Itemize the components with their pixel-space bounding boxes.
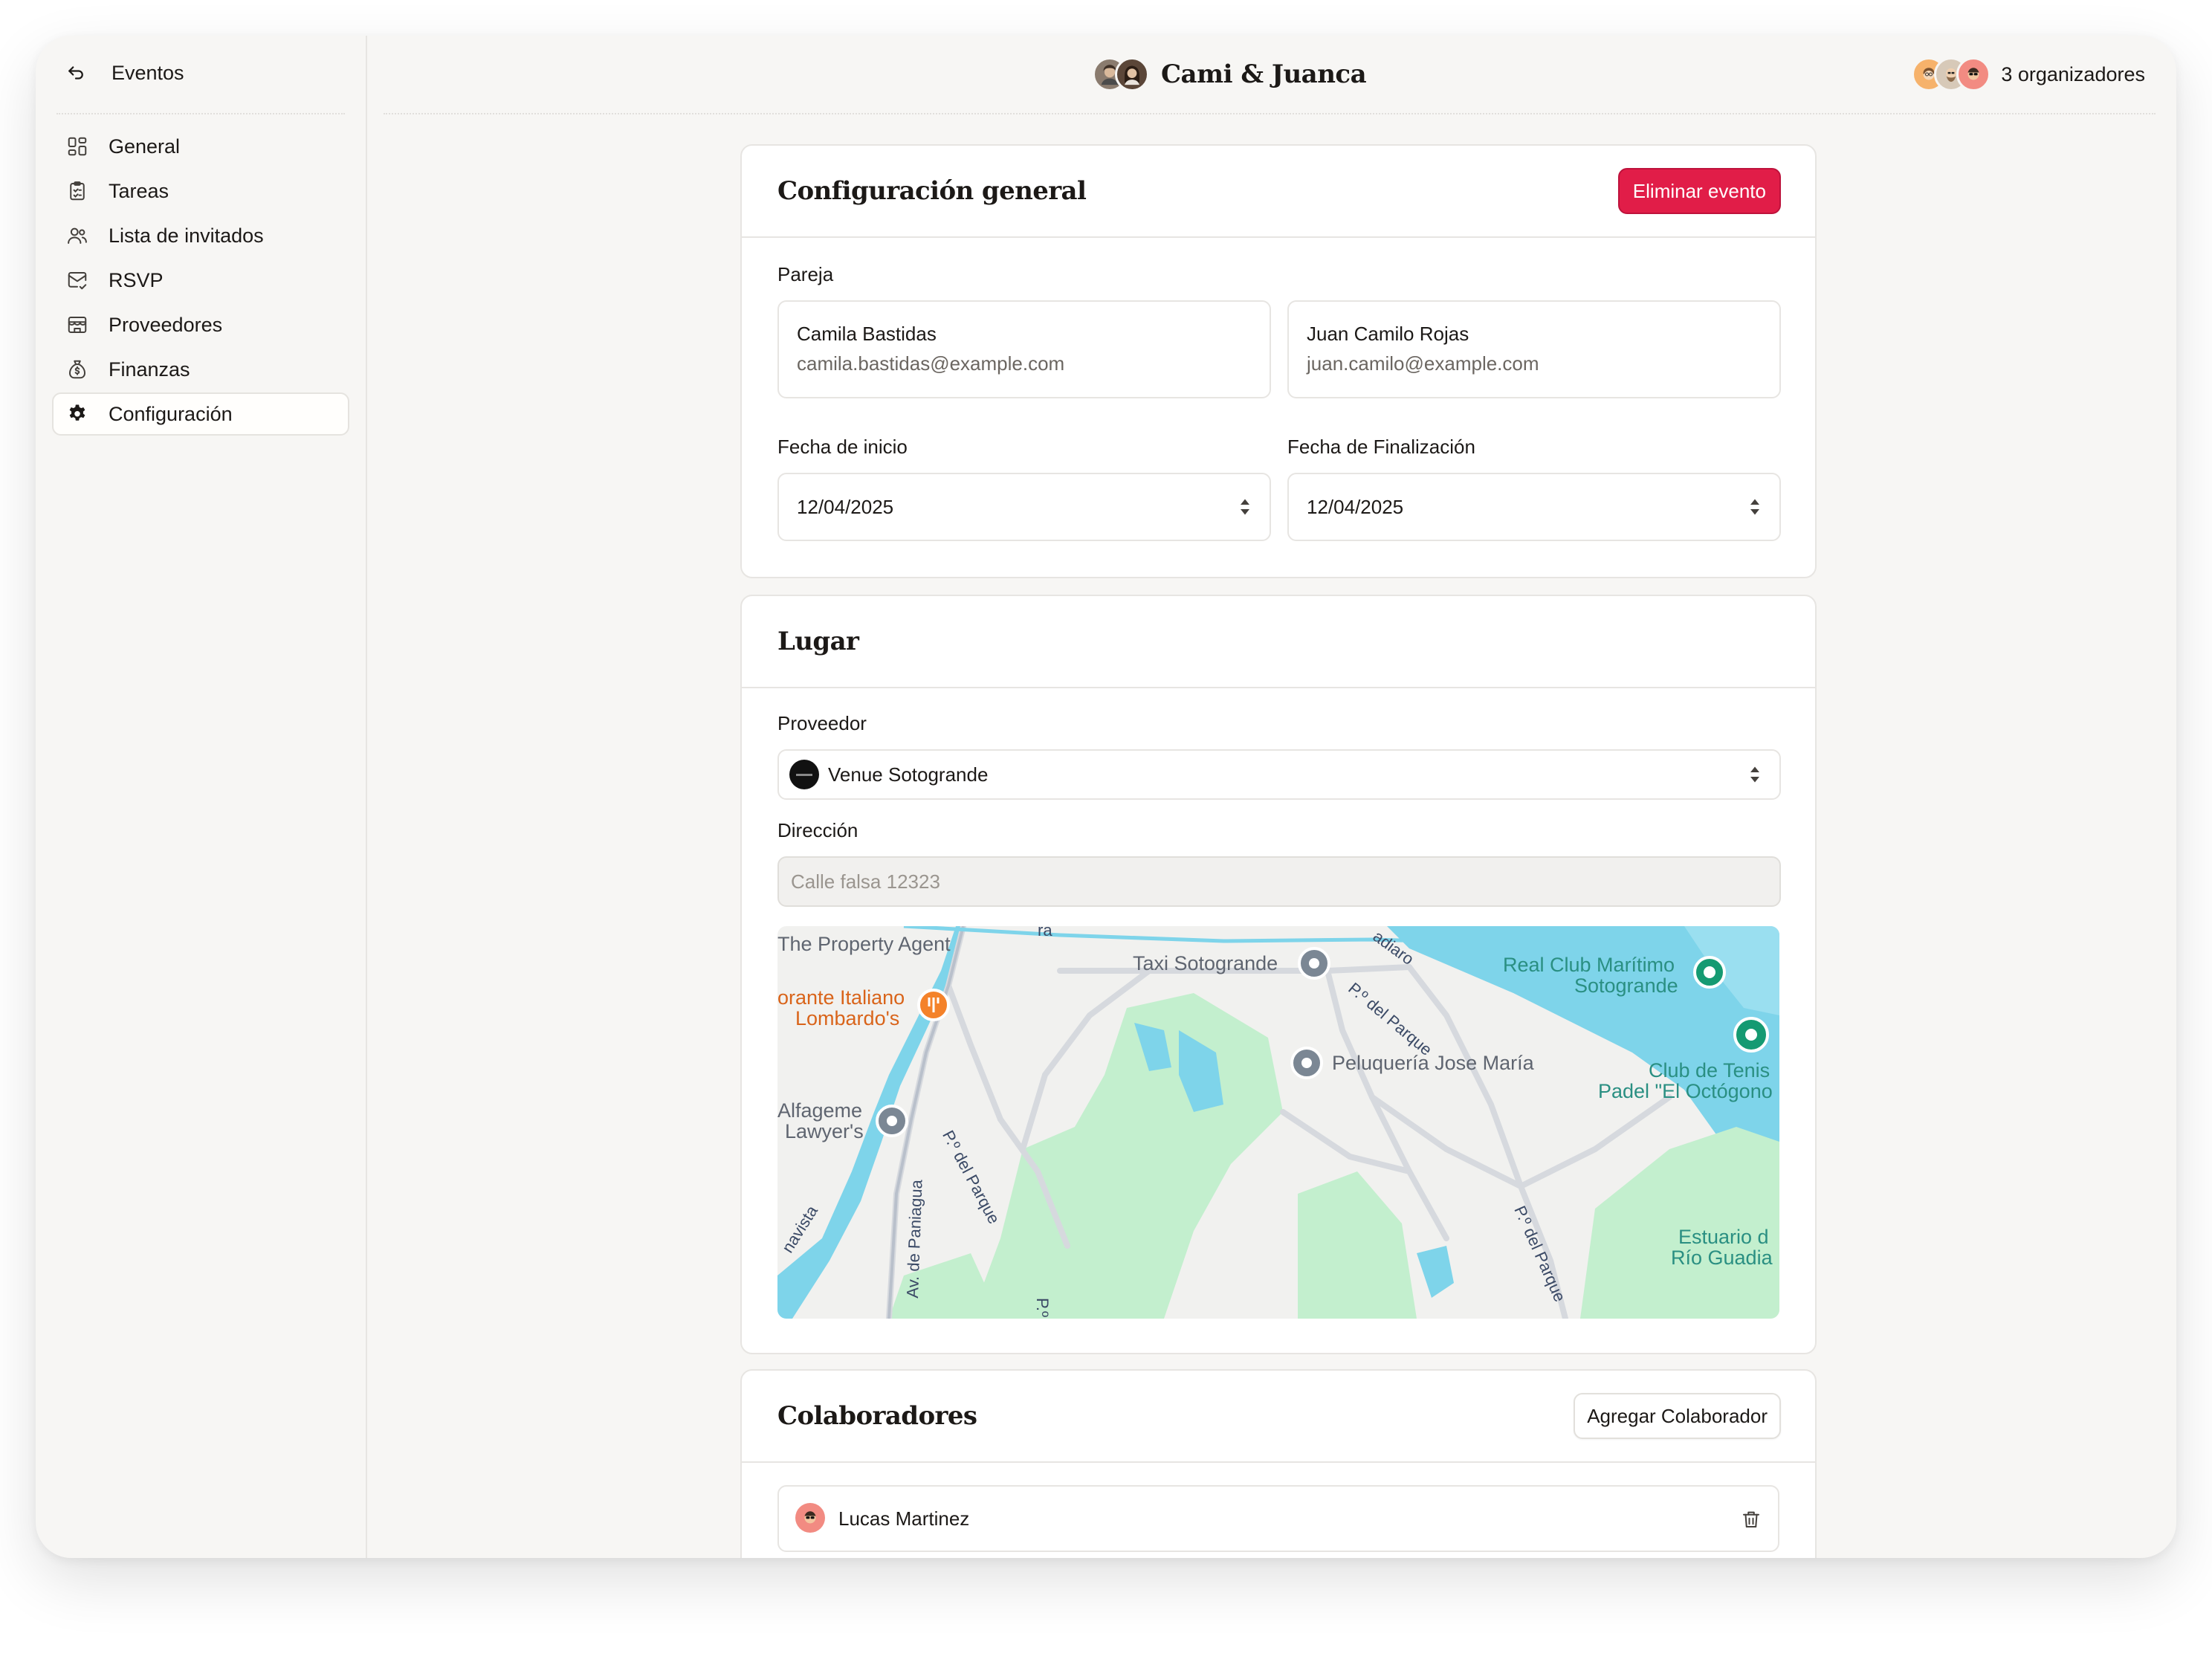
couple-avatars bbox=[1093, 57, 1149, 91]
card-header: Configuración general Eliminar evento bbox=[742, 146, 1815, 238]
map-label: Taxi Sotogrande bbox=[1133, 952, 1278, 974]
money-bag-icon bbox=[65, 358, 89, 381]
map-label: Sotogrande bbox=[1574, 974, 1678, 997]
sidebar-item-lista-de-invitados[interactable]: Lista de invitados bbox=[52, 214, 349, 257]
end-date-input[interactable]: 12/04/2025 bbox=[1287, 473, 1781, 541]
restaurant-pin-icon bbox=[917, 989, 950, 1021]
users-icon bbox=[65, 224, 89, 248]
sports-pin-icon bbox=[1733, 1017, 1769, 1053]
collaborators-card: Colaboradores Agregar Colaborador Lucas … bbox=[740, 1369, 1817, 1558]
address-input[interactable]: Calle falsa 12323 bbox=[777, 856, 1781, 907]
start-date-value: 12/04/2025 bbox=[797, 495, 894, 518]
organizers-button[interactable]: 3 organizadores bbox=[1912, 56, 2145, 92]
app-window: Eventos General Tareas Lista de invitado… bbox=[36, 36, 2176, 1558]
map-label: Lawyer's bbox=[785, 1120, 864, 1142]
card-header: Lugar bbox=[742, 596, 1815, 688]
header-divider bbox=[384, 113, 2156, 114]
provider-label: Proveedor bbox=[777, 712, 867, 734]
partner-card[interactable]: Camila Bastidas camila.bastidas@example.… bbox=[777, 300, 1271, 398]
venue-map[interactable]: The Property Agent orante Italiano Lomba… bbox=[777, 926, 1779, 1319]
couple-label: Pareja bbox=[777, 263, 834, 285]
address-placeholder: Calle falsa 12323 bbox=[791, 870, 940, 893]
end-date-value: 12/04/2025 bbox=[1307, 495, 1404, 518]
sidebar-item-proveedores[interactable]: Proveedores bbox=[52, 303, 349, 346]
list-item[interactable]: Lucas Martinez bbox=[777, 1485, 1779, 1552]
updown-chevron-icon bbox=[1750, 766, 1759, 783]
mail-check-icon bbox=[65, 268, 89, 292]
partner-email: camila.bastidas@example.com bbox=[797, 352, 1065, 375]
map-label: The Property Agent bbox=[777, 933, 951, 955]
map-label: Lombardo's bbox=[795, 1007, 900, 1029]
sidebar-item-tareas[interactable]: Tareas bbox=[52, 169, 349, 213]
sidebar-item-finanzas[interactable]: Finanzas bbox=[52, 348, 349, 391]
map-pin-icon bbox=[1290, 1047, 1323, 1079]
start-date-input[interactable]: 12/04/2025 bbox=[777, 473, 1271, 541]
store-icon bbox=[65, 313, 89, 337]
partner-card[interactable]: Juan Camilo Rojas juan.camilo@example.co… bbox=[1287, 300, 1781, 398]
gear-icon bbox=[65, 402, 89, 426]
sidebar-divider bbox=[56, 113, 345, 114]
clipboard-icon bbox=[65, 179, 89, 203]
grid-icon bbox=[65, 135, 89, 158]
partner-email: juan.camilo@example.com bbox=[1307, 352, 1539, 375]
map-pin-icon bbox=[1298, 947, 1330, 980]
start-date-label: Fecha de inicio bbox=[777, 436, 908, 458]
road-label: P.º bbox=[1033, 1298, 1052, 1317]
return-arrow-icon bbox=[64, 61, 88, 85]
road-label: Av. de Paniagua bbox=[902, 1179, 926, 1299]
sidebar-item-label: Proveedores bbox=[109, 313, 223, 336]
partner-name: Camila Bastidas bbox=[797, 323, 937, 345]
sidebar-item-label: Lista de invitados bbox=[109, 224, 264, 247]
sidebar-item-rsvp[interactable]: RSVP bbox=[52, 259, 349, 302]
organizers-label: 3 organizadores bbox=[2001, 62, 2145, 85]
organizer-avatars bbox=[1912, 57, 1991, 91]
event-switcher[interactable]: Cami & Juanca bbox=[1093, 56, 1367, 92]
map-label: Club de Tenis bbox=[1649, 1059, 1770, 1082]
venue-card: Lugar Proveedor Venue Sotogrande Direcci… bbox=[740, 595, 1817, 1354]
provider-select[interactable]: Venue Sotogrande bbox=[777, 749, 1781, 800]
general-settings-card: Configuración general Eliminar evento Pa… bbox=[740, 144, 1817, 578]
trash-icon[interactable] bbox=[1739, 1507, 1763, 1531]
end-date-label: Fecha de Finalización bbox=[1287, 436, 1475, 458]
updown-chevron-icon[interactable] bbox=[1238, 496, 1252, 518]
back-to-events-link[interactable]: Eventos bbox=[64, 56, 184, 89]
updown-chevron-icon[interactable] bbox=[1748, 496, 1762, 518]
sidebar-item-label: Finanzas bbox=[109, 358, 190, 381]
map-label: Estuario d bbox=[1678, 1226, 1769, 1248]
card-title: Configuración general bbox=[777, 176, 1087, 206]
sidebar-item-label: General bbox=[109, 135, 181, 158]
avatar bbox=[1956, 57, 1991, 91]
sidebar-item-label: RSVP bbox=[109, 268, 164, 291]
map-label: Peluquería Jose María bbox=[1332, 1052, 1534, 1074]
partner-name: Juan Camilo Rojas bbox=[1307, 323, 1469, 345]
sidebar-item-label: Tareas bbox=[109, 179, 169, 202]
avatar bbox=[795, 1503, 825, 1533]
marina-pin-icon bbox=[1693, 956, 1726, 989]
road-label: ra bbox=[1038, 926, 1052, 940]
map-label: Padel "El Octógono bbox=[1598, 1080, 1773, 1102]
delete-event-button[interactable]: Eliminar evento bbox=[1617, 168, 1781, 214]
sidebar-item-label: Configuración bbox=[109, 402, 233, 425]
map-label: Río Guadia bbox=[1671, 1247, 1773, 1269]
address-label: Dirección bbox=[777, 819, 858, 841]
sidebar-item-general[interactable]: General bbox=[52, 125, 349, 168]
card-header: Colaboradores Agregar Colaborador bbox=[742, 1371, 1815, 1463]
avatar bbox=[1115, 57, 1149, 91]
provider-logo-icon bbox=[789, 760, 819, 789]
add-collaborator-button[interactable]: Agregar Colaborador bbox=[1574, 1393, 1781, 1439]
collaborator-name: Lucas Martinez bbox=[838, 1507, 970, 1530]
sidebar-item-configuracion[interactable]: Configuración bbox=[52, 392, 349, 436]
card-title: Colaboradores bbox=[777, 1401, 977, 1431]
event-name: Cami & Juanca bbox=[1161, 59, 1367, 89]
map-label: Alfageme bbox=[777, 1099, 863, 1122]
sidebar: Eventos General Tareas Lista de invitado… bbox=[36, 36, 367, 1558]
map-label: orante Italiano bbox=[777, 986, 905, 1009]
sidebar-nav: General Tareas Lista de invitados RSVP P… bbox=[52, 125, 349, 437]
provider-value: Venue Sotogrande bbox=[828, 763, 989, 786]
back-label: Eventos bbox=[111, 61, 184, 84]
map-label: Real Club Marítimo bbox=[1503, 954, 1675, 976]
card-title: Lugar bbox=[777, 627, 859, 656]
map-pin-icon bbox=[876, 1105, 908, 1137]
